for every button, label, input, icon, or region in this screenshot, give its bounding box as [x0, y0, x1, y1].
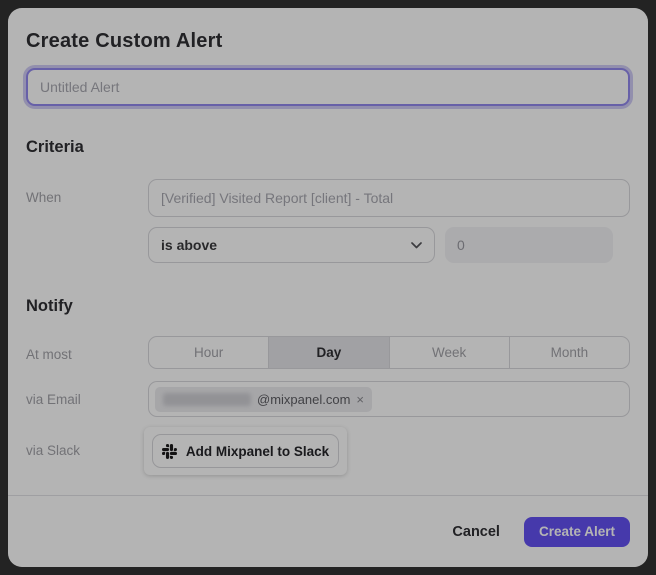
slack-button-spotlight: Add Mixpanel to Slack [144, 427, 347, 475]
notify-heading: Notify [26, 297, 630, 316]
operator-select[interactable]: is above [148, 227, 435, 263]
frequency-segmented-control: Hour Day Week Month [148, 336, 630, 369]
frequency-option-hour[interactable]: Hour [149, 337, 268, 368]
email-chip-domain: @mixpanel.com [257, 392, 350, 407]
remove-email-icon[interactable]: × [356, 393, 364, 406]
frequency-option-month[interactable]: Month [509, 337, 629, 368]
create-alert-button[interactable]: Create Alert [524, 517, 630, 547]
metric-input[interactable] [148, 179, 630, 217]
at-most-row: At most Hour Day Week Month [26, 336, 630, 369]
dialog-footer: Cancel Create Alert [8, 495, 648, 567]
via-email-row: via Email @mixpanel.com × [26, 381, 630, 417]
add-mixpanel-to-slack-button[interactable]: Add Mixpanel to Slack [152, 434, 339, 468]
email-chip: @mixpanel.com × [155, 387, 372, 412]
slack-icon [162, 444, 177, 459]
frequency-option-week[interactable]: Week [389, 337, 509, 368]
frequency-option-day[interactable]: Day [268, 337, 388, 368]
at-most-label: At most [26, 336, 148, 369]
email-recipients-input[interactable]: @mixpanel.com × [148, 381, 630, 417]
when-row: When [26, 179, 630, 217]
alert-name-input[interactable] [26, 68, 630, 106]
threshold-input[interactable] [445, 227, 613, 263]
operator-selected-value: is above [161, 237, 217, 253]
operator-row: is above [148, 227, 630, 263]
slack-button-label: Add Mixpanel to Slack [186, 444, 329, 459]
via-slack-label: via Slack [26, 427, 148, 475]
via-email-label: via Email [26, 381, 148, 417]
criteria-heading: Criteria [26, 138, 630, 157]
chevron-down-icon [411, 236, 422, 254]
via-slack-row: via Slack Add Mixpanel to Slack [26, 427, 630, 475]
cancel-button[interactable]: Cancel [452, 524, 500, 540]
create-custom-alert-dialog: Create Custom Alert Criteria When is abo… [8, 8, 648, 567]
redacted-email-user [163, 393, 251, 406]
when-label: When [26, 179, 148, 217]
dialog-title: Create Custom Alert [26, 8, 630, 53]
